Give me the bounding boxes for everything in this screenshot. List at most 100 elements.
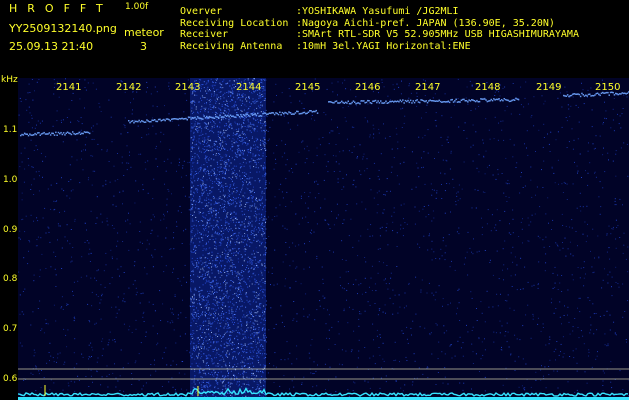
noise-dot <box>216 283 218 285</box>
noise-dot <box>171 312 173 314</box>
noise-dot <box>347 271 349 273</box>
noise-dot <box>214 247 216 249</box>
noise-dot <box>115 205 117 207</box>
noise-dot <box>345 120 347 122</box>
noise-dot <box>241 235 243 237</box>
noise-dot <box>260 370 262 372</box>
noise-dot <box>244 359 246 361</box>
noise-dot <box>392 313 394 315</box>
noise-dot <box>139 231 141 232</box>
noise-dot <box>120 266 122 268</box>
noise-dot <box>341 240 343 242</box>
noise-dot <box>236 250 237 252</box>
noise-dot <box>172 386 174 388</box>
noise-dot <box>542 323 544 325</box>
noise-dot <box>328 224 330 226</box>
noise-dot <box>261 241 263 243</box>
noise-dot <box>233 252 235 254</box>
noise-dot <box>253 148 255 150</box>
noise-dot <box>195 315 197 317</box>
noise-dot <box>198 388 200 390</box>
noise-dot <box>444 367 446 369</box>
noise-dot <box>215 246 217 248</box>
noise-dot <box>263 192 265 194</box>
noise-dot <box>263 238 265 240</box>
noise-dot <box>263 95 265 97</box>
noise-dot <box>537 317 539 319</box>
noise-dot <box>192 142 193 144</box>
noise-dot <box>199 200 201 202</box>
noise-dot <box>193 101 195 103</box>
noise-dot <box>281 321 283 323</box>
noise-dot <box>221 87 223 89</box>
noise-dot <box>545 262 547 264</box>
noise-dot <box>207 257 209 259</box>
noise-dot <box>259 179 261 181</box>
noise-dot <box>613 130 615 132</box>
spectrogram-view[interactable] <box>18 78 629 400</box>
noise-dot <box>281 140 283 142</box>
noise-dot <box>233 211 235 213</box>
noise-dot <box>309 266 310 268</box>
noise-dot <box>88 177 90 179</box>
noise-dot <box>291 168 292 169</box>
noise-dot <box>232 355 234 357</box>
noise-dot <box>542 187 544 188</box>
noise-dot <box>585 273 586 275</box>
noise-dot <box>206 92 208 94</box>
noise-dot <box>356 157 358 159</box>
noise-dot <box>454 355 456 357</box>
noise-dot <box>247 286 249 288</box>
noise-dot <box>212 394 214 396</box>
noise-dot <box>37 220 39 222</box>
noise-dot <box>253 205 255 207</box>
noise-dot <box>21 311 23 313</box>
noise-dot <box>137 249 139 251</box>
noise-dot <box>306 158 308 160</box>
noise-dot <box>229 123 231 125</box>
noise-dot <box>244 176 246 177</box>
noise-dot <box>242 344 244 346</box>
noise-dot <box>207 395 209 397</box>
noise-dot <box>115 316 117 318</box>
noise-dot <box>564 86 566 88</box>
noise-dot <box>258 95 260 97</box>
noise-dot <box>582 206 584 208</box>
noise-dot <box>224 272 226 273</box>
noise-dot <box>566 199 568 200</box>
noise-dot <box>315 370 317 372</box>
noise-dot <box>249 366 251 368</box>
noise-dot <box>627 271 629 273</box>
noise-dot <box>200 315 202 317</box>
noise-dot <box>243 141 245 143</box>
noise-dot <box>604 268 605 270</box>
noise-dot <box>191 238 193 240</box>
noise-dot <box>243 213 245 215</box>
noise-dot <box>213 362 215 364</box>
noise-dot <box>602 370 604 372</box>
noise-dot <box>117 296 119 298</box>
noise-dot <box>92 155 94 157</box>
noise-dot <box>181 361 183 362</box>
noise-dot <box>275 366 277 368</box>
noise-dot <box>226 221 228 223</box>
noise-dot <box>195 171 197 172</box>
noise-dot <box>201 343 203 344</box>
noise-dot <box>167 158 169 160</box>
noise-dot <box>215 347 217 349</box>
noise-dot <box>139 241 141 243</box>
noise-dot <box>226 213 228 215</box>
noise-dot <box>216 210 217 212</box>
noise-dot <box>194 180 196 182</box>
noise-dot <box>211 269 213 271</box>
noise-dot <box>220 359 222 361</box>
noise-dot <box>194 125 196 127</box>
noise-dot <box>208 198 210 200</box>
noise-dot <box>40 237 42 239</box>
noise-dot <box>225 186 227 187</box>
noise-dot <box>66 305 68 306</box>
noise-dot <box>143 311 145 313</box>
noise-dot <box>215 333 217 335</box>
noise-dot <box>459 320 461 321</box>
noise-dot <box>216 183 218 184</box>
